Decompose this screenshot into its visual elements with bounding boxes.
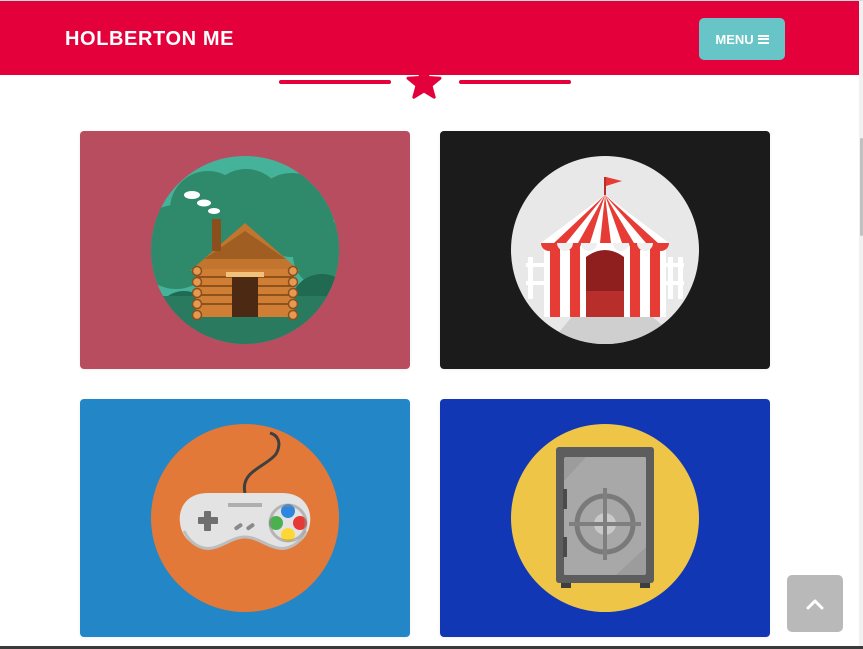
bars-icon [757, 34, 769, 44]
divider-line-right [459, 80, 571, 84]
back-to-top-button[interactable] [787, 575, 843, 632]
brand-link[interactable]: HOLBERTON ME [65, 29, 234, 49]
safe-icon [511, 424, 699, 612]
scrollbar-track[interactable] [859, 1, 863, 649]
navbar: HOLBERTON ME MENU [0, 1, 859, 75]
portfolio-item-cabin[interactable] [80, 131, 410, 369]
menu-button[interactable]: MENU [699, 18, 785, 60]
circus-tent-icon [511, 156, 699, 344]
chevron-up-icon [806, 599, 824, 609]
cabin-icon [151, 156, 339, 344]
portfolio-item-game[interactable] [80, 399, 410, 637]
divider-line-left [279, 80, 391, 84]
top-border [0, 0, 863, 1]
game-controller-icon [151, 424, 339, 612]
menu-button-label: MENU [715, 31, 754, 47]
page: HOLBERTON ME MENU [0, 0, 863, 649]
portfolio-item-safe[interactable] [440, 399, 770, 637]
portfolio-item-circus[interactable] [440, 131, 770, 369]
